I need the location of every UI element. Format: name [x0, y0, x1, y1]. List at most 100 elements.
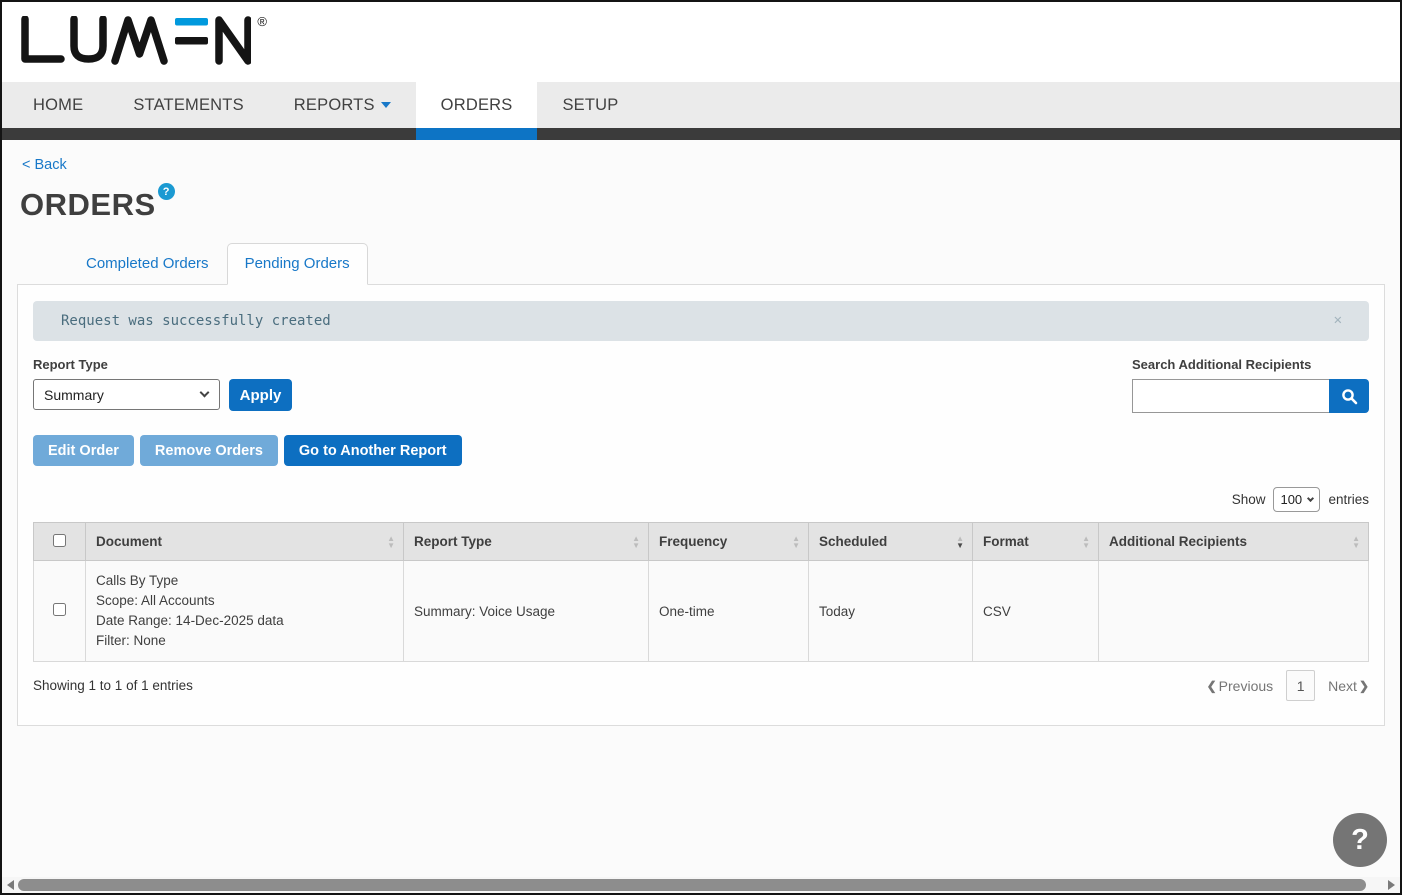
horizontal-scrollbar[interactable]: [2, 877, 1400, 893]
document-scope: Scope: All Accounts: [96, 591, 393, 611]
search-recipients-input[interactable]: [1132, 379, 1329, 413]
sort-icon: ▲▼: [1352, 535, 1360, 549]
report-type-selected-value: Summary: [44, 387, 104, 403]
tab-completed-orders[interactable]: Completed Orders: [68, 243, 227, 285]
previous-label: Previous: [1219, 678, 1273, 694]
pending-orders-panel: Request was successfully created ✕ Repor…: [17, 284, 1385, 726]
page-content: < Back ORDERS? Completed Orders Pending …: [2, 140, 1400, 891]
additional-recipients-cell: [1099, 561, 1369, 662]
scheduled-cell: Today: [809, 561, 973, 662]
column-header-additional-recipients[interactable]: Additional Recipients ▲▼: [1099, 523, 1369, 561]
column-header-frequency[interactable]: Frequency ▲▼: [649, 523, 809, 561]
search-recipients-label: Search Additional Recipients: [1132, 357, 1369, 372]
apply-button[interactable]: Apply: [229, 379, 292, 411]
entries-count-value: 100: [1280, 492, 1302, 507]
sort-icon: ▲▼: [1082, 535, 1090, 549]
column-label: Format: [983, 534, 1029, 549]
main-nav: HOME STATEMENTS REPORTS ORDERS SETUP: [2, 82, 1400, 128]
sort-icon: ▲▼: [387, 535, 395, 549]
go-to-another-report-button[interactable]: Go to Another Report: [284, 435, 462, 466]
select-all-header: [34, 523, 86, 561]
row-checkbox[interactable]: [53, 603, 66, 616]
document-cell: Calls By Type Scope: All Accounts Date R…: [86, 561, 404, 662]
previous-page-button[interactable]: ❮ Previous: [1207, 678, 1274, 694]
column-header-scheduled[interactable]: Scheduled ▲▼: [809, 523, 973, 561]
column-header-format[interactable]: Format ▲▼: [973, 523, 1099, 561]
table-row: Calls By Type Scope: All Accounts Date R…: [34, 561, 1369, 662]
registered-mark: ®: [257, 14, 267, 29]
next-page-button[interactable]: Next ❯: [1328, 678, 1369, 694]
edit-order-button[interactable]: Edit Order: [33, 435, 134, 466]
entries-count-select[interactable]: 100: [1273, 487, 1320, 512]
app-header: ®: [2, 2, 1400, 82]
chevron-left-icon: ❮: [1207, 679, 1217, 693]
chevron-down-icon: [200, 388, 210, 398]
scroll-left-arrow-icon[interactable]: [7, 880, 14, 890]
show-label: Show: [1232, 492, 1266, 507]
report-type-group: Report Type Summary Apply: [33, 357, 292, 413]
nav-label: REPORTS: [294, 96, 375, 115]
report-type-select[interactable]: Summary: [33, 379, 220, 410]
column-label: Report Type: [414, 534, 492, 549]
nav-item-statements[interactable]: STATEMENTS: [108, 82, 268, 128]
showing-entries-text: Showing 1 to 1 of 1 entries: [33, 678, 193, 693]
select-all-checkbox[interactable]: [53, 534, 66, 547]
remove-orders-button[interactable]: Remove Orders: [140, 435, 278, 466]
nav-item-setup[interactable]: SETUP: [537, 82, 643, 128]
sort-icon: ▲▼: [792, 535, 800, 549]
lumen-logo: ®: [19, 16, 251, 71]
title-row: ORDERS?: [20, 187, 1400, 223]
report-type-label: Report Type: [33, 357, 292, 372]
sort-desc-icon: ▲▼: [956, 535, 964, 549]
nav-label: HOME: [33, 96, 83, 115]
column-label: Scheduled: [819, 534, 887, 549]
chevron-down-icon: [1307, 495, 1314, 502]
search-icon: [1341, 388, 1358, 405]
table-footer: Showing 1 to 1 of 1 entries ❮ Previous 1…: [33, 670, 1369, 701]
page-number-button[interactable]: 1: [1286, 670, 1315, 701]
nav-underline-stripe: [2, 128, 1400, 140]
order-actions: Edit Order Remove Orders Go to Another R…: [33, 435, 1369, 466]
scroll-right-arrow-icon[interactable]: [1388, 880, 1395, 890]
close-icon[interactable]: ✕: [1334, 312, 1342, 328]
show-entries-control: Show 100 entries: [33, 487, 1369, 512]
orders-tabs: Completed Orders Pending Orders: [68, 243, 1400, 284]
document-date-range: Date Range: 14-Dec-2025 data: [96, 611, 393, 631]
lumen-wordmark-graphic: [19, 16, 251, 66]
chevron-down-icon: [381, 102, 391, 108]
help-fab-button[interactable]: ?: [1333, 813, 1387, 867]
format-cell: CSV: [973, 561, 1099, 662]
column-header-report-type[interactable]: Report Type ▲▼: [404, 523, 649, 561]
column-label: Frequency: [659, 534, 727, 549]
search-button[interactable]: [1329, 379, 1369, 413]
nav-label: ORDERS: [441, 96, 513, 115]
scrollbar-thumb[interactable]: [18, 879, 1366, 891]
nav-label: SETUP: [562, 96, 618, 115]
document-title: Calls By Type: [96, 571, 393, 591]
browser-window: ® HOME STATEMENTS REPORTS ORDERS SETUP <…: [0, 0, 1402, 895]
page-help-icon[interactable]: ?: [158, 183, 175, 200]
search-recipients-group: Search Additional Recipients: [1132, 357, 1369, 413]
filters-row: Report Type Summary Apply Search Additio…: [33, 357, 1369, 413]
frequency-cell: One-time: [649, 561, 809, 662]
column-label: Document: [96, 534, 162, 549]
entries-label: entries: [1328, 492, 1369, 507]
chevron-right-icon: ❯: [1359, 679, 1369, 693]
sort-icon: ▲▼: [632, 535, 640, 549]
pagination: ❮ Previous 1 Next ❯: [1207, 670, 1369, 701]
nav-item-home[interactable]: HOME: [8, 82, 108, 128]
document-filter: Filter: None: [96, 631, 393, 651]
nav-item-orders[interactable]: ORDERS: [416, 82, 538, 128]
table-header-row: Document ▲▼ Report Type ▲▼ Frequency ▲▼: [34, 523, 1369, 561]
tab-pending-orders[interactable]: Pending Orders: [227, 243, 368, 285]
report-type-cell: Summary: Voice Usage: [404, 561, 649, 662]
row-select-cell: [34, 561, 86, 662]
alert-message: Request was successfully created: [61, 313, 331, 329]
success-alert: Request was successfully created ✕: [33, 301, 1369, 341]
column-header-document[interactable]: Document ▲▼: [86, 523, 404, 561]
pending-orders-table: Document ▲▼ Report Type ▲▼ Frequency ▲▼: [33, 522, 1369, 662]
nav-item-reports[interactable]: REPORTS: [269, 82, 416, 128]
column-label: Additional Recipients: [1109, 534, 1247, 549]
back-link[interactable]: < Back: [22, 157, 67, 173]
nav-label: STATEMENTS: [133, 96, 243, 115]
